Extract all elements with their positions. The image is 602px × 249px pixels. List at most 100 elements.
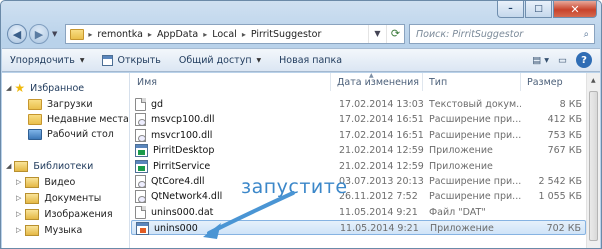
- column-header-name[interactable]: Имя: [131, 73, 331, 91]
- collapse-icon[interactable]: ▷: [16, 178, 21, 186]
- dll-file-icon: [135, 128, 146, 142]
- file-name-cell: gd: [135, 97, 331, 112]
- chevron-down-icon: ▼: [79, 56, 85, 64]
- nav-label: Загрузки: [47, 98, 93, 110]
- breadcrumb-appdata[interactable]: AppData ▸: [157, 29, 212, 40]
- expand-icon[interactable]: ◢: [6, 84, 11, 92]
- column-header-size[interactable]: Размер: [521, 73, 588, 91]
- annotation-arrow-icon: [203, 191, 295, 239]
- address-bar[interactable]: ▸ remontka ▸ AppData ▸ Local ▸ PirritSugges…: [65, 24, 405, 44]
- preview-pane-icon[interactable]: ▭: [558, 55, 567, 66]
- nav-label: Изображения: [44, 208, 113, 220]
- column-label: Дата изменения: [337, 76, 420, 88]
- column-label: Тип: [429, 76, 448, 88]
- minimize-button[interactable]: –: [497, 1, 524, 18]
- file-name: gd: [151, 99, 164, 110]
- search-placeholder: Поиск: PirritSuggestor: [416, 28, 524, 40]
- organize-button[interactable]: Упорядочить ▼: [10, 55, 84, 66]
- share-button[interactable]: Общий доступ ▼: [179, 55, 261, 66]
- file-name-cell: msvcr100.dll: [135, 128, 331, 143]
- search-icon: ⌕: [583, 28, 589, 40]
- file-type: Приложение: [429, 160, 493, 172]
- file-row[interactable]: gd 17.02.2014 13:03 Текстовый докум... 8 КБ: [131, 97, 586, 112]
- file-date: 21.02.2014 12:59: [339, 145, 424, 157]
- expand-icon[interactable]: ◢: [6, 162, 11, 170]
- nav-favorites[interactable]: ◢ ★ Избранное: [6, 81, 84, 95]
- file-size: 2 542 КБ: [538, 176, 582, 187]
- nav-music[interactable]: ▷ Музыка: [16, 223, 82, 237]
- video-library-icon: [25, 176, 40, 188]
- nav-libraries[interactable]: ◢ Библиотеки: [6, 159, 93, 173]
- refresh-icon[interactable]: ⟳: [386, 25, 404, 43]
- file-type: Текстовый докум...: [429, 99, 521, 110]
- column-label: Имя: [137, 76, 157, 88]
- scroll-up-icon[interactable]: ▲: [591, 77, 596, 84]
- forward-button[interactable]: ▶: [29, 24, 49, 44]
- nav-downloads[interactable]: Загрузки: [28, 97, 93, 111]
- open-button[interactable]: Открыть: [102, 54, 161, 66]
- new-folder-label: Новая папка: [279, 54, 343, 66]
- breadcrumb-local[interactable]: Local ▸: [212, 29, 251, 40]
- address-dropdown-icon[interactable]: ▼: [368, 25, 386, 43]
- application-icon: [102, 54, 114, 66]
- recent-pages-dropdown[interactable]: ▼: [52, 30, 57, 38]
- text-file-icon: [135, 98, 146, 111]
- file-name-cell: PirritService: [135, 159, 331, 174]
- nav-desktop[interactable]: Рабочий стол: [28, 127, 114, 141]
- help-icon[interactable]: ?: [576, 52, 592, 68]
- text-file-icon: [135, 205, 146, 219]
- vertical-scrollbar[interactable]: ▲: [586, 73, 600, 248]
- scrollbar-thumb[interactable]: [589, 91, 598, 241]
- collapse-icon[interactable]: ▷: [16, 226, 21, 234]
- chevron-right-icon: ▸: [203, 29, 208, 39]
- app-icon: [135, 159, 148, 173]
- close-button[interactable]: ✕: [553, 1, 597, 18]
- desktop-icon: [28, 128, 42, 140]
- breadcrumb-pirritsuggestor[interactable]: PirritSuggestor: [251, 29, 322, 40]
- file-row[interactable]: msvcr100.dll 17.02.2014 16:51 Расширение п…: [131, 128, 586, 143]
- column-header-date[interactable]: Дата изменения: [331, 73, 423, 91]
- nav-video[interactable]: ▷ Видео: [16, 175, 75, 189]
- file-date: 11.05.2014 9:21: [339, 206, 418, 218]
- collapse-icon[interactable]: ▷: [16, 194, 21, 202]
- view-options-icon[interactable]: ▤ ▾: [532, 55, 549, 66]
- chevron-right-icon: ▸: [241, 29, 246, 39]
- star-icon: ★: [14, 81, 26, 95]
- nav-label: Видео: [44, 176, 76, 188]
- file-date: 17.02.2014 16:51: [339, 114, 424, 126]
- dll-file-icon: [135, 175, 146, 188]
- file-name: PirritService: [153, 160, 211, 172]
- file-date: 11.05.2014 9:21: [340, 223, 419, 235]
- file-name-cell: PirritDesktop: [135, 143, 331, 158]
- share-label: Общий доступ: [178, 54, 252, 66]
- new-folder-button[interactable]: Новая папка: [279, 55, 342, 66]
- folder-icon: [70, 28, 85, 40]
- nav-label: Музыка: [44, 224, 83, 236]
- file-size: 767 КБ: [547, 145, 582, 157]
- search-input[interactable]: Поиск: PirritSuggestor ⌕: [409, 24, 595, 44]
- file-size: 753 КБ: [547, 129, 582, 141]
- file-name: msvcr100.dll: [151, 129, 213, 141]
- file-type: Расширение при...: [429, 129, 521, 141]
- collapse-icon[interactable]: ▷: [16, 210, 21, 218]
- chevron-right-icon: ▸: [88, 29, 93, 39]
- nav-documents[interactable]: ▷ Документы: [16, 191, 101, 205]
- forward-arrow-icon: ▶: [34, 27, 44, 41]
- column-header-type[interactable]: Тип: [423, 73, 521, 91]
- maximize-button[interactable]: □: [525, 1, 552, 18]
- nav-images[interactable]: ▷ Изображения: [16, 207, 113, 221]
- breadcrumb-label: remontka: [97, 28, 143, 40]
- back-button[interactable]: ◀: [7, 24, 27, 44]
- nav-label: Рабочий стол: [47, 128, 114, 140]
- file-date: 03.07.2013 20:13: [339, 176, 424, 187]
- file-row[interactable]: PirritDesktop 21.02.2014 12:59 Приложение 7…: [131, 143, 586, 158]
- file-row[interactable]: PirritService 21.02.2014 12:59 Приложение: [131, 159, 586, 174]
- breadcrumb-label: PirritSuggestor: [250, 28, 322, 40]
- nav-label: Библиотеки: [33, 160, 94, 172]
- breadcrumb-remontka[interactable]: remontka ▸: [97, 29, 157, 40]
- column-label: Размер: [527, 76, 563, 88]
- nav-recent-places[interactable]: Недавние места: [28, 112, 129, 126]
- file-name-cell: msvcp100.dll: [135, 112, 331, 127]
- file-type: Расширение при...: [429, 191, 521, 203]
- file-row[interactable]: msvcp100.dll 17.02.2014 16:51 Расширение п…: [131, 112, 586, 127]
